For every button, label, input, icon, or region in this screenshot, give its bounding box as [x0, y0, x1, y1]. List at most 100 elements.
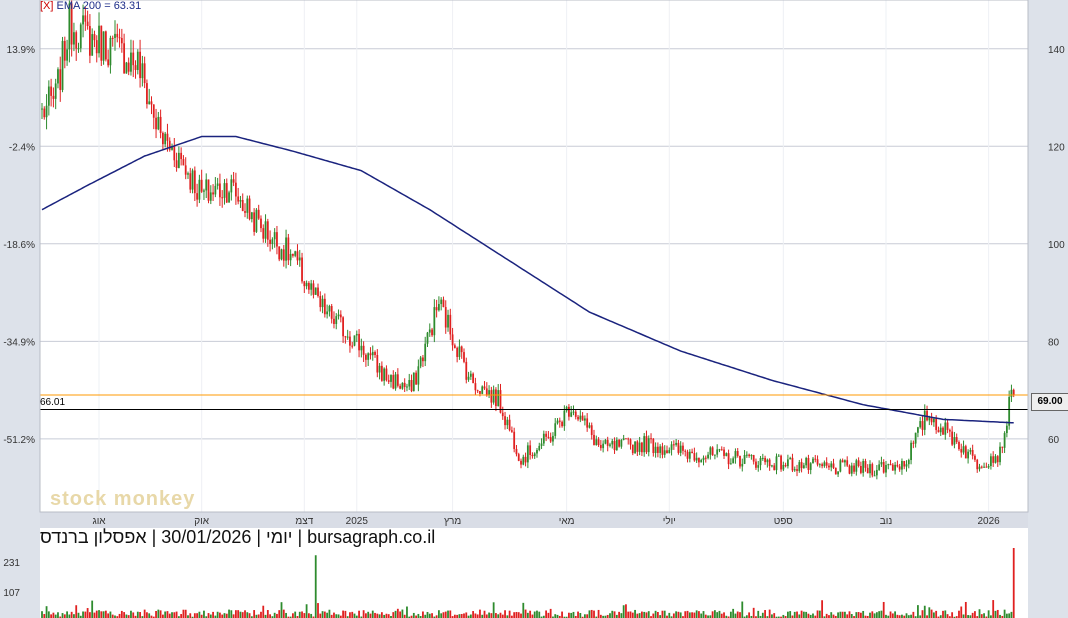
candle-body	[98, 25, 100, 54]
volume-bar	[93, 612, 96, 618]
candle-body	[857, 460, 860, 466]
candle-body	[684, 450, 687, 452]
volume-bar	[86, 608, 89, 618]
volume-bar	[663, 610, 666, 618]
volume-bar	[406, 606, 408, 618]
volume-bar	[992, 600, 995, 618]
candle-body	[645, 436, 648, 453]
volume-bar	[515, 611, 518, 618]
candle-body	[939, 427, 942, 433]
candle-body	[983, 466, 985, 468]
volume-bar	[237, 610, 240, 618]
volume-bar	[474, 613, 477, 618]
candle-body	[205, 179, 208, 191]
candle-body	[225, 183, 228, 203]
volume-bar	[61, 613, 64, 618]
candle-body	[189, 173, 192, 190]
candle-body	[453, 345, 456, 348]
candle-body	[577, 416, 579, 420]
volume-bar	[1005, 613, 1008, 618]
volume-bar	[830, 612, 833, 618]
volume-bar	[387, 614, 390, 618]
candle-body	[237, 196, 240, 202]
volume-bar	[266, 610, 269, 618]
candle-body	[365, 354, 367, 360]
candle-body	[832, 463, 835, 468]
volume-bar	[891, 613, 894, 618]
candle-body	[552, 435, 554, 442]
volume-bar	[994, 610, 997, 618]
candle-body	[260, 218, 262, 229]
volume-bar	[732, 608, 735, 618]
volume-bar	[442, 612, 445, 618]
candle-body	[257, 209, 260, 219]
candle-body	[755, 461, 757, 468]
volume-bar	[862, 610, 865, 618]
candle-body	[166, 133, 169, 141]
volume-bar	[793, 611, 796, 618]
x-tick-label: יולי	[663, 515, 676, 527]
volume-bar	[175, 611, 178, 618]
volume-bar	[561, 611, 563, 618]
volume-bar	[805, 611, 808, 618]
volume-bar	[89, 612, 91, 618]
volume-bar	[378, 614, 381, 618]
candle-body	[638, 442, 641, 452]
candle-body	[593, 434, 595, 445]
candle-body	[850, 465, 853, 474]
candle-body	[971, 450, 974, 456]
volume-bar	[568, 612, 570, 618]
volume-bar	[839, 611, 842, 618]
candle-body	[490, 390, 493, 403]
candle-body	[568, 406, 570, 417]
candle-body	[86, 21, 89, 27]
candle-body	[964, 446, 967, 459]
legend-close-marker[interactable]: [X]	[40, 0, 53, 12]
candle-body	[504, 416, 506, 426]
volume-bar	[800, 610, 803, 618]
candle-body	[392, 375, 395, 389]
candle-body	[469, 373, 472, 377]
volume-bar	[764, 610, 766, 618]
candle-body	[282, 249, 285, 261]
candle-body	[353, 335, 356, 346]
candle-body	[935, 418, 938, 431]
volume-bar	[609, 613, 611, 618]
volume-bar	[367, 611, 370, 618]
candle-body	[82, 15, 84, 25]
candle-body	[780, 455, 782, 470]
candle-body	[255, 209, 258, 232]
volume-bar	[248, 613, 251, 618]
volume-bar	[495, 613, 497, 618]
volume-bar	[996, 609, 999, 618]
candle-body	[321, 298, 324, 308]
volume-bar	[136, 611, 139, 618]
candle-body	[777, 455, 780, 457]
candle-body	[47, 86, 50, 106]
candle-body	[79, 24, 82, 49]
candle-body	[508, 419, 511, 431]
candle-body	[675, 442, 678, 445]
candle-body	[837, 471, 839, 475]
volume-bar	[821, 600, 824, 618]
volume-bar	[647, 611, 650, 618]
candle-body	[602, 443, 605, 449]
volume-bar	[501, 614, 504, 618]
candle-body	[111, 37, 114, 39]
volume-bar	[643, 611, 646, 618]
candle-body	[969, 450, 972, 452]
candle-body	[987, 466, 990, 468]
volume-bar	[636, 613, 639, 618]
candle-body	[152, 104, 155, 118]
candle-body	[127, 62, 130, 72]
volume-bar	[905, 613, 908, 618]
candle-body	[805, 457, 808, 466]
candle-body	[540, 443, 543, 446]
candle-body	[45, 105, 48, 118]
x-tick-label: 2026	[978, 516, 1001, 527]
volume-bar	[691, 612, 693, 618]
candle-body	[529, 445, 532, 455]
candle-body	[599, 445, 602, 449]
volume-bar	[148, 613, 151, 618]
candle-body	[54, 83, 57, 99]
